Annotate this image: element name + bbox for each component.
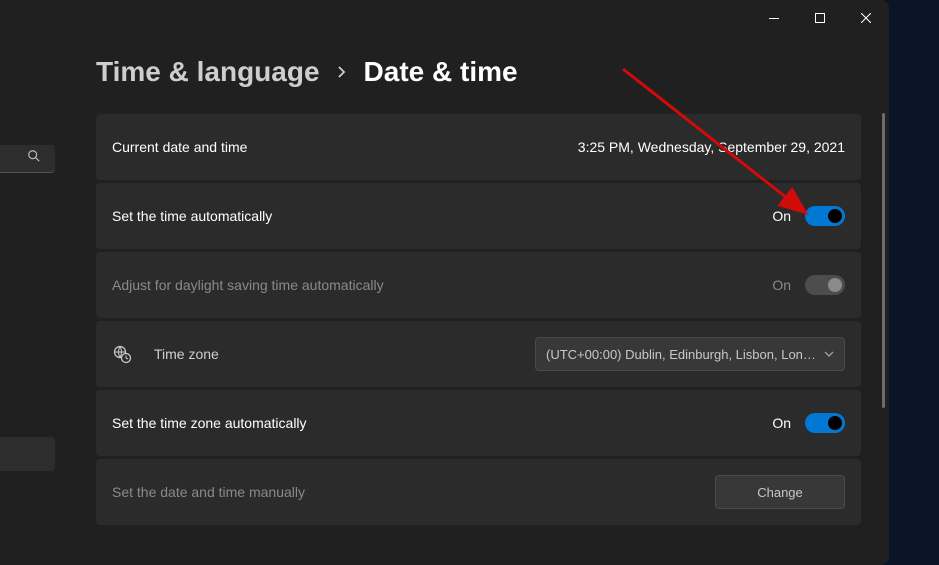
minimize-button[interactable] <box>751 0 797 36</box>
current-datetime-value: 3:25 PM, Wednesday, September 29, 2021 <box>578 139 845 155</box>
breadcrumb-parent[interactable]: Time & language <box>96 56 320 88</box>
set-manual-label: Set the date and time manually <box>112 484 305 500</box>
current-datetime-row: Current date and time 3:25 PM, Wednesday… <box>96 114 861 180</box>
adjust-dst-label: Adjust for daylight saving time automati… <box>112 277 384 293</box>
adjust-dst-row: Adjust for daylight saving time automati… <box>96 252 861 318</box>
set-timezone-auto-state: On <box>772 415 791 431</box>
time-zone-selected: (UTC+00:00) Dublin, Edinburgh, Lisbon, L… <box>546 347 816 362</box>
search-icon <box>27 149 41 168</box>
settings-list: Current date and time 3:25 PM, Wednesday… <box>96 114 861 525</box>
current-datetime-label: Current date and time <box>112 139 247 155</box>
adjust-dst-state: On <box>772 277 791 293</box>
time-zone-label: Time zone <box>154 346 219 362</box>
change-button-label: Change <box>757 485 803 500</box>
set-timezone-auto-row[interactable]: Set the time zone automatically On <box>96 390 861 456</box>
set-time-auto-state: On <box>772 208 791 224</box>
close-button[interactable] <box>843 0 889 36</box>
settings-window: Time & language Date & time Current date… <box>0 0 889 565</box>
change-button[interactable]: Change <box>715 475 845 509</box>
chevron-down-icon <box>824 348 834 360</box>
set-timezone-auto-toggle[interactable] <box>805 413 845 433</box>
page-title: Date & time <box>364 56 518 88</box>
adjust-dst-toggle <box>805 275 845 295</box>
set-manual-row: Set the date and time manually Change <box>96 459 861 525</box>
chevron-right-icon <box>336 62 348 83</box>
time-zone-dropdown[interactable]: (UTC+00:00) Dublin, Edinburgh, Lisbon, L… <box>535 337 845 371</box>
set-timezone-auto-label: Set the time zone automatically <box>112 415 307 431</box>
window-titlebar <box>0 0 889 36</box>
breadcrumb: Time & language Date & time <box>96 56 861 88</box>
time-zone-row[interactable]: Time zone (UTC+00:00) Dublin, Edinburgh,… <box>96 321 861 387</box>
search-input[interactable] <box>0 145 55 173</box>
set-time-auto-row[interactable]: Set the time automatically On <box>96 183 861 249</box>
scrollbar[interactable] <box>882 113 885 408</box>
set-time-auto-label: Set the time automatically <box>112 208 272 224</box>
sidebar-item[interactable] <box>0 437 55 471</box>
globe-clock-icon <box>112 344 132 364</box>
set-time-auto-toggle[interactable] <box>805 206 845 226</box>
maximize-button[interactable] <box>797 0 843 36</box>
content-area: Time & language Date & time Current date… <box>96 56 861 555</box>
